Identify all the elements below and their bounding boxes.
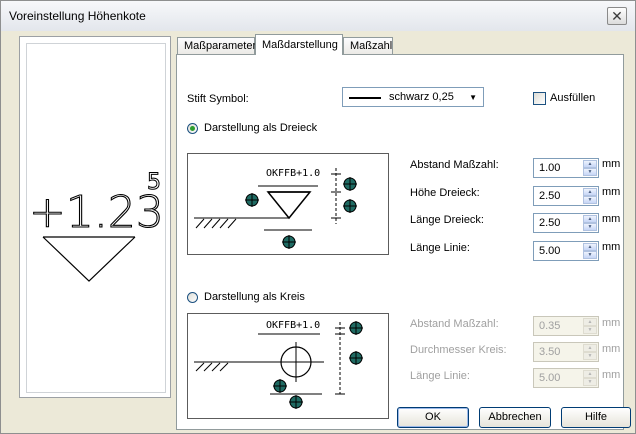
durchmesser-kreis-value: 3.50	[539, 346, 561, 358]
chevron-down-icon: ▼	[469, 93, 477, 102]
laenge-dreieck-input[interactable]: 2.50 ▲ ▼	[533, 213, 599, 233]
pen-line-sample	[349, 97, 381, 99]
kreis-diagram-drawing: OKFFB+1.0	[194, 320, 363, 409]
unit-label: mm	[602, 213, 621, 225]
hoehe-dreieck-value: 2.50	[539, 190, 561, 202]
spin-up-button[interactable]: ▲	[583, 215, 597, 223]
ausfuellen-label: Ausfüllen	[550, 92, 596, 104]
kreis-abstand-masszahl-value: 0.35	[539, 320, 561, 332]
unit-label: mm	[602, 343, 621, 355]
kreis-abstand-masszahl-input[interactable]: 0.35 ▲ ▼	[533, 316, 599, 336]
stift-symbol-value: schwarz 0,25	[389, 91, 454, 103]
close-icon: ✕	[611, 8, 623, 24]
spin-down-button[interactable]: ▼	[583, 168, 597, 176]
spin-up-button[interactable]: ▲	[583, 160, 597, 168]
preview-canvas: +1.23 5	[26, 43, 166, 393]
tab-panel: Stift Symbol: schwarz 0,25 ▼ Ausfüllen D…	[176, 54, 624, 430]
help-button[interactable]: Hilfe	[561, 407, 631, 428]
abstand-masszahl-label: Abstand Maßzahl:	[410, 159, 499, 171]
durchmesser-kreis-label: Durchmesser Kreis:	[410, 344, 507, 356]
laenge-dreieck-value: 2.50	[539, 217, 561, 229]
preview-drawing: +1.23 5	[28, 170, 164, 282]
spin-down-button[interactable]: ▼	[583, 223, 597, 231]
hatch-4	[219, 362, 229, 372]
hatch-3	[211, 218, 221, 229]
ausfuellen-checkbox[interactable]	[533, 92, 546, 105]
hatch-2	[203, 218, 213, 229]
laenge-dreieck-label: Länge Dreieck:	[410, 214, 484, 226]
unit-label: mm	[602, 186, 621, 198]
kreis-laenge-linie-value: 5.00	[539, 372, 561, 384]
dreieck-radio-label: Darstellung als Dreieck	[204, 122, 318, 134]
unit-label: mm	[602, 158, 621, 170]
tab-label: Maßparameter	[184, 40, 257, 52]
dreieck-symbol	[266, 191, 312, 220]
hoehe-dreieck-input[interactable]: 2.50 ▲ ▼	[533, 186, 599, 206]
hatch-1	[195, 218, 205, 229]
hoehe-dreieck-label: Höhe Dreieck:	[410, 187, 480, 199]
tab-massparameter[interactable]: Maßparameter	[177, 37, 257, 54]
unit-label: mm	[602, 241, 621, 253]
spin-up-button[interactable]: ▲	[583, 370, 597, 378]
kreis-laenge-linie-label: Länge Linie:	[410, 370, 470, 382]
tab-label: Maßzahl	[350, 40, 393, 52]
dreieck-diagram-drawing: OKFFB+1.0	[194, 168, 357, 249]
close-button[interactable]: ✕	[607, 7, 627, 25]
kreis-radio-label: Darstellung als Kreis	[204, 291, 305, 303]
unit-label: mm	[602, 317, 621, 329]
dreieck-diagram-text: OKFFB+1.0	[266, 168, 320, 179]
abstand-masszahl-value: 1.00	[539, 162, 561, 174]
spin-down-button[interactable]: ▼	[583, 352, 597, 360]
hatch-2	[203, 362, 213, 372]
window-title: Voreinstellung Höhenkote	[9, 9, 146, 23]
tab-label: Maßdarstellung	[262, 39, 338, 51]
durchmesser-kreis-input[interactable]: 3.50 ▲ ▼	[533, 342, 599, 362]
dreieck-radio[interactable]	[187, 123, 198, 134]
hatch-1	[195, 362, 205, 372]
preview-value: +1.23	[29, 187, 164, 238]
hatch-5	[227, 218, 237, 229]
kreis-diagram: OKFFB+1.0	[187, 313, 389, 419]
preview-panel: +1.23 5	[19, 36, 171, 398]
spin-down-button[interactable]: ▼	[583, 326, 597, 334]
spin-up-button[interactable]: ▲	[583, 318, 597, 326]
ok-button[interactable]: OK	[397, 407, 469, 428]
cancel-button[interactable]: Abbrechen	[479, 407, 551, 428]
tab-massdarstellung[interactable]: Maßdarstellung	[255, 34, 343, 55]
spin-up-button[interactable]: ▲	[583, 243, 597, 251]
spin-down-button[interactable]: ▼	[583, 378, 597, 386]
unit-label: mm	[602, 369, 621, 381]
kreis-diagram-text: OKFFB+1.0	[266, 320, 320, 331]
dialog-client: +1.23 5 Maßparameter Maßdarstellung Maßz…	[1, 31, 635, 433]
kreis-abstand-masszahl-label: Abstand Maßzahl:	[410, 318, 499, 330]
kreis-laenge-linie-input[interactable]: 5.00 ▲ ▼	[533, 368, 599, 388]
spin-down-button[interactable]: ▼	[583, 251, 597, 259]
laenge-linie-label: Länge Linie:	[410, 242, 470, 254]
laenge-linie-input[interactable]: 5.00 ▲ ▼	[533, 241, 599, 261]
hatch-3	[211, 362, 221, 372]
spin-up-button[interactable]: ▲	[583, 188, 597, 196]
tab-masszahl[interactable]: Maßzahl	[343, 37, 393, 54]
spin-up-button[interactable]: ▲	[583, 344, 597, 352]
preview-superscript: 5	[147, 170, 161, 195]
laenge-linie-value: 5.00	[539, 245, 561, 257]
dialog-window: Voreinstellung Höhenkote ✕ +1.23 5 Maßpa…	[0, 0, 636, 434]
stift-symbol-select[interactable]: schwarz 0,25 ▼	[342, 87, 484, 107]
kreis-radio[interactable]	[187, 292, 198, 303]
spin-down-button[interactable]: ▼	[583, 196, 597, 204]
dreieck-diagram: OKFFB+1.0	[187, 153, 389, 255]
hatch-4	[219, 218, 229, 229]
stift-symbol-label: Stift Symbol:	[187, 93, 249, 105]
title-bar: Voreinstellung Höhenkote ✕	[1, 1, 635, 31]
abstand-masszahl-input[interactable]: 1.00 ▲ ▼	[533, 158, 599, 178]
preview-triangle	[42, 236, 136, 282]
